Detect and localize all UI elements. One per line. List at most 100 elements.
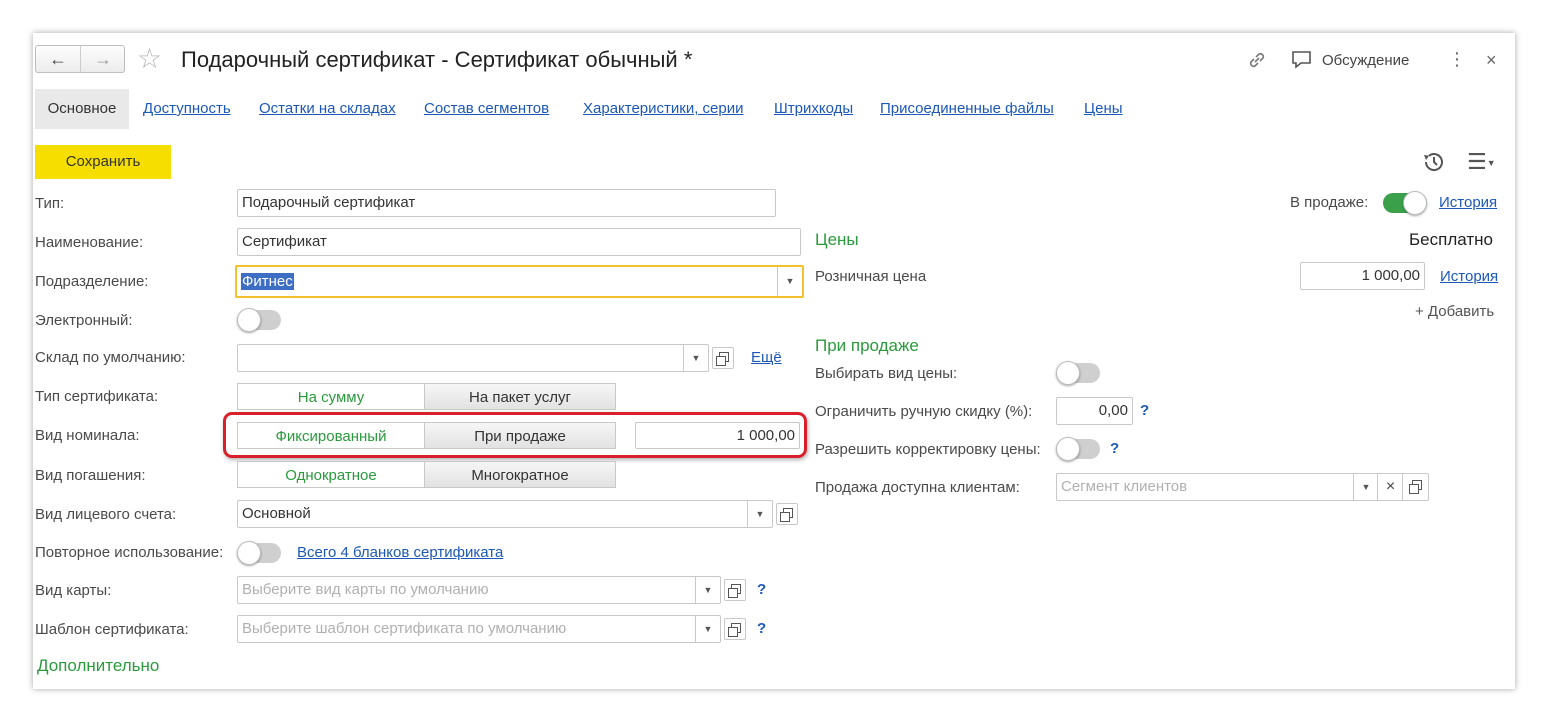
tab-main[interactable]: Основное — [35, 89, 129, 129]
cert-type-selector: На сумму На пакет услуг — [237, 383, 616, 410]
open-icon[interactable] — [724, 579, 746, 601]
redemption-selector: Однократное Многократное — [237, 461, 616, 488]
account-field[interactable]: Основной ▼ — [237, 500, 773, 528]
allow-correction-help-icon[interactable]: ? — [1110, 440, 1119, 457]
open-icon[interactable] — [724, 618, 746, 640]
prices-section-header: Цены — [815, 230, 859, 249]
retail-history-link[interactable]: История — [1440, 268, 1498, 285]
form-window: ← → ☆ Подарочный сертификат - Сертификат… — [33, 33, 1515, 689]
type-label: Тип: — [35, 195, 65, 212]
open-icon[interactable] — [776, 503, 798, 525]
limit-discount-help-icon[interactable]: ? — [1140, 402, 1149, 419]
division-label: Подразделение: — [35, 273, 149, 290]
account-value: Основной — [242, 505, 311, 522]
reuse-toggle[interactable] — [237, 541, 281, 565]
tab-barcodes[interactable]: Штрихкоды — [774, 89, 853, 129]
tab-availability[interactable]: Доступность — [143, 89, 231, 129]
on-sale-toggle[interactable] — [1383, 191, 1427, 215]
link-icon[interactable] — [1246, 49, 1268, 71]
limit-discount-value: 0,00 — [1098, 402, 1128, 419]
discussion-icon[interactable] — [1291, 50, 1313, 70]
warehouse-field[interactable]: ▼ — [237, 344, 709, 372]
tab-files[interactable]: Присоединенные файлы — [880, 89, 1054, 129]
save-button[interactable]: Сохранить — [35, 145, 171, 179]
on-sale-section-header: При продаже — [815, 336, 919, 355]
chevron-down-icon[interactable]: ▼ — [695, 577, 720, 603]
tab-characteristics[interactable]: Характеристики, серии — [583, 89, 744, 129]
card-help-icon[interactable]: ? — [757, 581, 766, 598]
card-field[interactable]: Выберите вид карты по умолчанию ▼ — [237, 576, 721, 604]
clients-label: Продажа доступна клиентам: — [815, 479, 1020, 496]
electronic-toggle[interactable] — [237, 308, 281, 332]
tab-segments[interactable]: Состав сегментов — [424, 89, 549, 129]
account-label: Вид лицевого счета: — [35, 506, 177, 523]
menu-icon[interactable]: ☰▼ — [1467, 150, 1496, 174]
chevron-down-icon[interactable]: ▼ — [777, 267, 802, 296]
open-icon[interactable] — [712, 347, 734, 369]
warehouse-more-link[interactable]: Ещё — [751, 349, 782, 366]
division-field[interactable]: Фитнес ▼ — [235, 265, 804, 298]
tab-main-label: Основное — [47, 100, 117, 117]
additional-section-header[interactable]: Дополнительно — [37, 656, 159, 676]
back-arrow-icon[interactable]: ← — [36, 46, 81, 72]
card-label: Вид карты: — [35, 582, 112, 599]
cert-type-label: Тип сертификата: — [35, 388, 159, 405]
reuse-blanks-link[interactable]: Всего 4 бланков сертификата — [297, 544, 503, 561]
redemption-option-multiple[interactable]: Многократное — [425, 461, 616, 488]
template-label: Шаблон сертификата: — [35, 621, 189, 638]
forward-arrow-icon[interactable]: → — [81, 46, 125, 72]
template-help-icon[interactable]: ? — [757, 620, 766, 637]
reuse-label: Повторное использование: — [35, 544, 224, 561]
type-field[interactable]: Подарочный сертификат — [237, 189, 776, 217]
chevron-down-icon[interactable]: ▼ — [747, 501, 772, 527]
nominal-option-on-sale[interactable]: При продаже — [425, 422, 616, 449]
tab-stock[interactable]: Остатки на складах — [259, 89, 396, 129]
nominal-selector: Фиксированный При продаже — [237, 422, 616, 449]
limit-discount-label: Ограничить ручную скидку (%): — [815, 403, 1033, 420]
retail-price-field[interactable]: 1 000,00 — [1300, 262, 1425, 290]
on-sale-history-link[interactable]: История — [1439, 194, 1497, 211]
template-placeholder: Выберите шаблон сертификата по умолчанию — [242, 620, 567, 637]
choose-price-label: Выбирать вид цены: — [815, 365, 958, 382]
window-title: Подарочный сертификат - Сертификат обычн… — [181, 47, 693, 72]
clients-placeholder: Сегмент клиентов — [1061, 478, 1188, 495]
allow-correction-label: Разрешить корректировку цены: — [815, 441, 1041, 458]
division-value: Фитнес — [241, 273, 294, 290]
card-placeholder: Выберите вид карты по умолчанию — [242, 581, 489, 598]
warehouse-label: Склад по умолчанию: — [35, 349, 186, 366]
cert-type-option-package[interactable]: На пакет услуг — [425, 383, 616, 410]
cert-type-option-sum[interactable]: На сумму — [237, 383, 425, 410]
redemption-option-single[interactable]: Однократное — [237, 461, 425, 488]
star-icon[interactable]: ☆ — [137, 43, 162, 75]
type-value: Подарочный сертификат — [242, 194, 416, 211]
free-label: Бесплатно — [1409, 230, 1493, 249]
retail-price-value: 1 000,00 — [1361, 267, 1420, 284]
allow-correction-toggle[interactable] — [1056, 437, 1100, 461]
add-price-button[interactable]: + Добавить — [1415, 303, 1494, 320]
clients-field[interactable]: Сегмент клиентов ▼ × — [1056, 473, 1429, 501]
close-icon[interactable]: × — [1486, 49, 1497, 71]
more-vertical-icon[interactable]: ⋮ — [1448, 49, 1466, 69]
nominal-option-fixed[interactable]: Фиксированный — [237, 422, 425, 449]
open-icon[interactable] — [1402, 474, 1428, 500]
nominal-amount-field[interactable]: 1 000,00 — [635, 422, 800, 449]
nominal-label: Вид номинала: — [35, 427, 140, 444]
tab-prices[interactable]: Цены — [1084, 89, 1123, 129]
chevron-down-icon[interactable]: ▼ — [683, 345, 708, 371]
nominal-amount-value: 1 000,00 — [736, 427, 795, 444]
chevron-down-icon[interactable]: ▼ — [1353, 474, 1378, 500]
limit-discount-field[interactable]: 0,00 — [1056, 397, 1133, 425]
history-clock-icon[interactable] — [1421, 149, 1447, 175]
nav-buttons: ← → — [35, 45, 125, 73]
on-sale-label: В продаже: — [1290, 194, 1369, 211]
template-field[interactable]: Выберите шаблон сертификата по умолчанию… — [237, 615, 721, 643]
name-label: Наименование: — [35, 234, 144, 251]
chevron-down-icon[interactable]: ▼ — [695, 616, 720, 642]
name-value: Сертификат — [242, 233, 327, 250]
electronic-label: Электронный: — [35, 312, 133, 329]
clear-icon[interactable]: × — [1377, 474, 1403, 500]
choose-price-toggle[interactable] — [1056, 361, 1100, 385]
name-field[interactable]: Сертификат — [237, 228, 801, 256]
retail-price-label: Розничная цена — [815, 268, 927, 285]
discussion-label[interactable]: Обсуждение — [1322, 52, 1409, 69]
